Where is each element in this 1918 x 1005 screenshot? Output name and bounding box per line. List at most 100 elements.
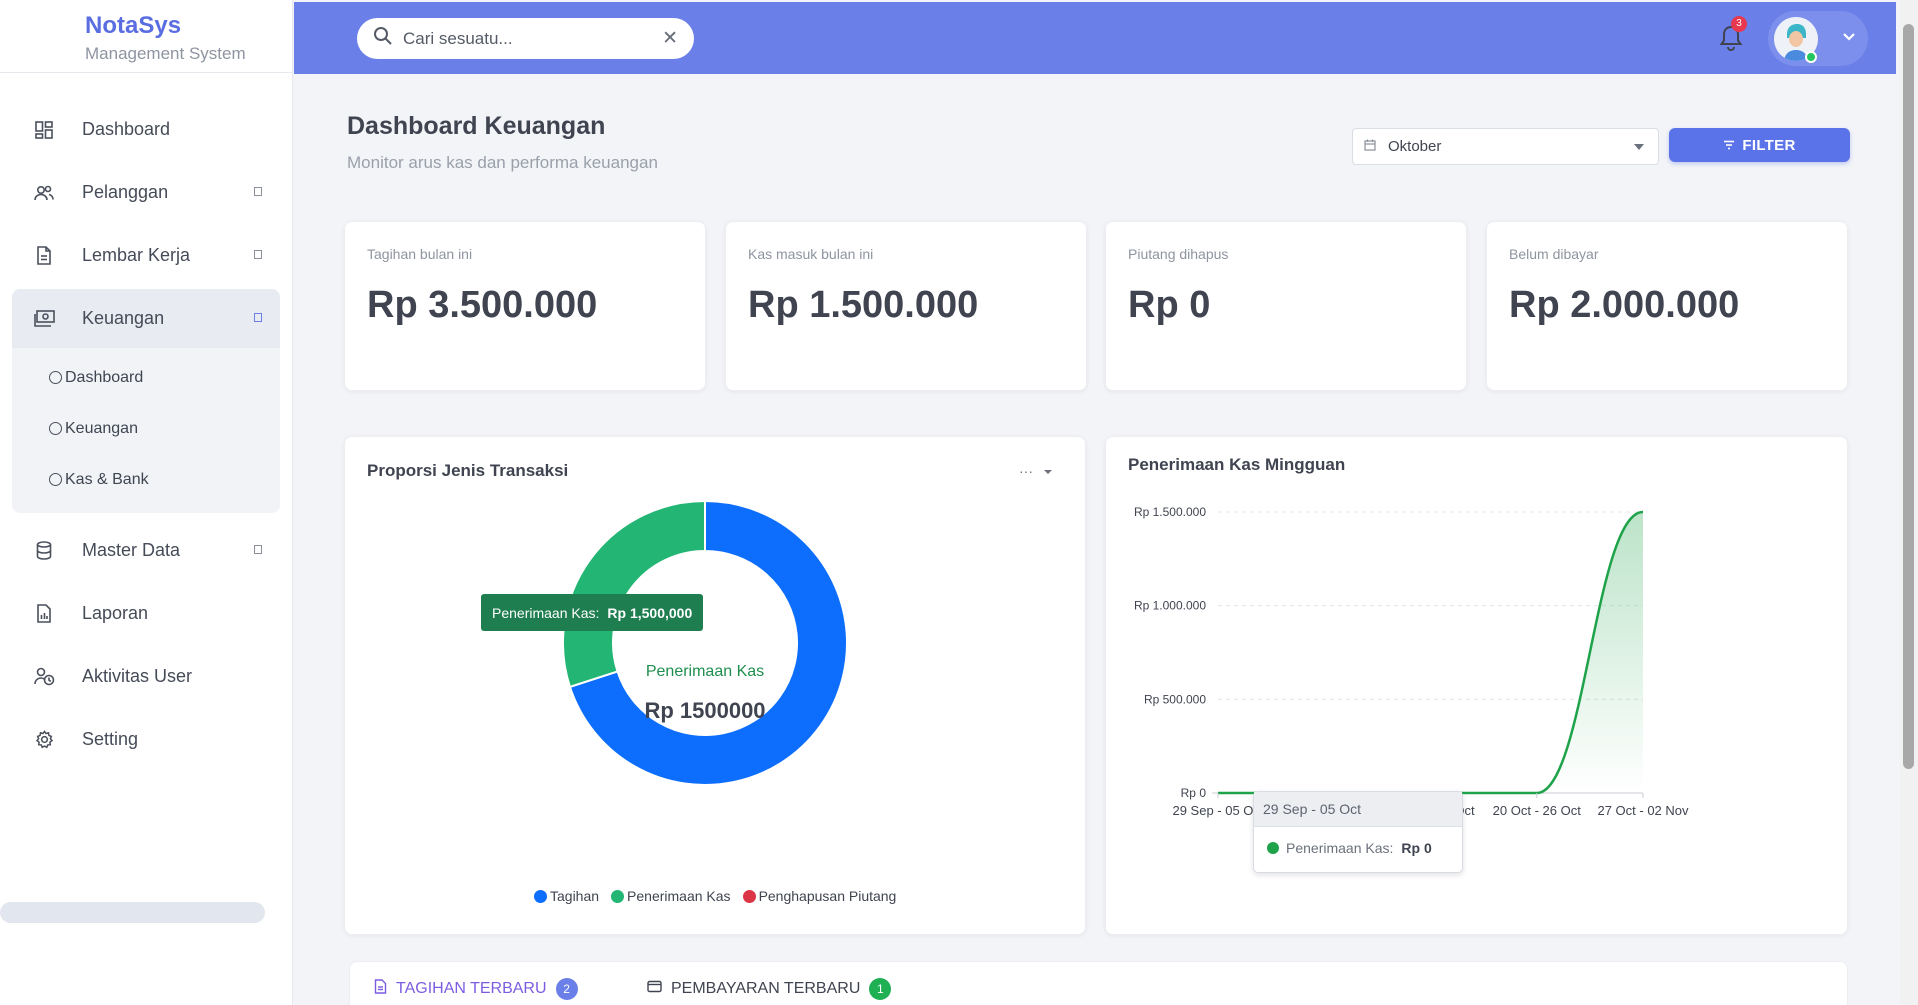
sidebar-item-pelanggan[interactable]: Pelanggan — [12, 163, 280, 222]
notification-badge: 3 — [1731, 16, 1747, 32]
donut-chart-panel: Proporsi Jenis Transaksi ··· Penerimaan … — [344, 436, 1086, 935]
page-scrollbar-thumb[interactable] — [1903, 24, 1914, 769]
tab-tagihan-terbaru[interactable]: TAGIHAN TERBARU 2 — [374, 978, 578, 1000]
stat-card-belum-dibayar: Belum dibayar Rp 2.000.000 — [1486, 221, 1848, 391]
tooltip-value: Rp 0 — [1401, 840, 1432, 856]
sidebar-item-label: Master Data — [82, 540, 181, 560]
legend-dot — [534, 889, 547, 903]
tab-count-badge: 1 — [869, 978, 892, 1000]
line-chart: Rp 0 Rp 500.000 Rp 1.000.000 Rp 1.500.000 29… — [1134, 505, 1689, 818]
sidebar-item-setting[interactable]: Setting — [12, 710, 280, 769]
filter-label: FILTER — [1742, 136, 1796, 154]
topbar: Cari sesuatu... ✕ 3 — [294, 2, 1896, 74]
sidebar-item-laporan[interactable]: Laporan — [12, 584, 280, 643]
sidebar: NotaSys Management System Dashboard Pela… — [0, 0, 293, 1005]
expand-icon[interactable] — [254, 187, 262, 196]
month-select[interactable]: Oktober — [1352, 128, 1659, 165]
search-input[interactable]: Cari sesuatu... ✕ — [357, 18, 694, 59]
sidebar-item-label: Aktivitas User — [82, 666, 193, 686]
clear-icon[interactable]: ✕ — [662, 27, 678, 50]
sidebar-item-master-data[interactable]: Master Data — [12, 521, 280, 580]
stat-card-piutang-dihapus: Piutang dihapus Rp 0 — [1105, 221, 1467, 391]
y-tick-label: Rp 500.000 — [1144, 692, 1206, 706]
legend-item-tagihan[interactable]: Tagihan — [534, 888, 599, 904]
series-area-penerimaan-kas — [1218, 512, 1643, 793]
money-icon — [33, 308, 55, 330]
filter-button[interactable]: FILTER — [1669, 128, 1850, 162]
series-dot — [1267, 842, 1279, 854]
document-icon — [33, 245, 55, 267]
expand-icon[interactable] — [254, 545, 262, 554]
submenu-item-label: Kas & Bank — [65, 470, 149, 488]
donut-center-label: Penerimaan Kas — [645, 663, 765, 680]
gear-icon — [33, 729, 55, 751]
legend-item-penerimaan-kas[interactable]: Penerimaan Kas — [611, 888, 731, 904]
bullet-icon — [49, 473, 62, 486]
submenu-item-dashboard[interactable]: Dashboard — [12, 352, 280, 403]
sidebar-item-label: Setting — [82, 729, 139, 749]
sidebar-item-label: Laporan — [82, 603, 149, 623]
search-value[interactable]: Cari sesuatu... — [403, 29, 513, 49]
donut-legend: Tagihan Penerimaan Kas Penghapusan Piuta… — [534, 888, 908, 904]
collapse-icon[interactable] — [254, 313, 262, 322]
brand-subtitle: Management System — [85, 44, 246, 63]
y-tick-label: Rp 0 — [1181, 786, 1207, 800]
sidebar-item-label: Lembar Kerja — [82, 245, 191, 265]
stat-value: Rp 0 — [1128, 284, 1211, 326]
dashboard-icon — [33, 119, 55, 141]
y-tick-label: Rp 1.000.000 — [1134, 599, 1206, 613]
tooltip-label: Penerimaan Kas: — [492, 604, 600, 621]
sidebar-item-dashboard[interactable]: Dashboard — [12, 100, 280, 159]
tooltip-body: Penerimaan Kas: Rp 0 — [1254, 827, 1462, 856]
sidebar-menu: Dashboard Pelanggan Lembar Kerja Keuanga… — [0, 73, 292, 769]
sidebar-scrollbar[interactable] — [0, 902, 265, 923]
x-tick-label: 27 Oct - 02 Nov — [1597, 803, 1689, 818]
report-icon — [33, 603, 55, 625]
stat-label: Kas masuk bulan ini — [748, 246, 874, 262]
stat-value: Rp 2.000.000 — [1509, 284, 1740, 326]
chevron-down-icon[interactable] — [1842, 29, 1856, 47]
stat-label: Tagihan bulan ini — [367, 246, 473, 262]
x-tick-label: 20 Oct - 26 Oct — [1493, 803, 1582, 818]
sidebar-item-keuangan[interactable]: Keuangan — [12, 289, 280, 348]
brand[interactable]: NotaSys Management System — [0, 0, 292, 73]
legend-label: Penghapusan Piutang — [758, 888, 897, 904]
brand-name[interactable]: NotaSys — [85, 12, 292, 40]
sidebar-item-label: Dashboard — [82, 119, 171, 139]
keuangan-submenu: Dashboard Keuangan Kas & Bank — [12, 348, 280, 513]
users-icon — [33, 182, 55, 204]
recent-tabs-card: TAGIHAN TERBARU 2 PEMBAYARAN TERBARU 1 — [349, 961, 1848, 1005]
stat-value: Rp 1.500.000 — [748, 284, 979, 326]
submenu-item-kas-bank[interactable]: Kas & Bank — [12, 454, 280, 505]
sidebar-item-lembar-kerja[interactable]: Lembar Kerja — [12, 226, 280, 285]
line-tooltip: 29 Sep - 05 Oct Penerimaan Kas: Rp 0 — [1253, 791, 1463, 873]
y-tick-label: Rp 1.500.000 — [1134, 505, 1206, 519]
online-status-dot — [1805, 51, 1817, 63]
month-value: Oktober — [1388, 138, 1442, 155]
legend-dot — [742, 889, 756, 903]
bullet-icon — [49, 371, 62, 384]
legend-item-penghapusan-piutang[interactable]: Penghapusan Piutang — [742, 888, 897, 904]
tab-pembayaran-terbaru[interactable]: PEMBAYARAN TERBARU 1 — [647, 978, 892, 1000]
tab-label: PEMBAYARAN TERBARU — [671, 980, 861, 997]
wallet-icon — [647, 980, 662, 998]
tooltip-header: 29 Sep - 05 Oct — [1254, 792, 1462, 827]
x-tick-label: 29 Sep - 05 Oct — [1172, 803, 1263, 818]
dropdown-arrow-icon — [1634, 144, 1644, 150]
line-chart-panel: Penerimaan Kas Mingguan Rp 0 Rp 500.000 Rp… — [1105, 436, 1848, 935]
legend-dot — [611, 889, 625, 903]
expand-icon[interactable] — [254, 250, 262, 259]
submenu-item-label: Dashboard — [65, 368, 144, 386]
donut-chart — [562, 499, 848, 786]
page-title: Dashboard Keuangan — [347, 112, 606, 140]
search-icon — [373, 26, 393, 51]
stat-label: Belum dibayar — [1509, 246, 1599, 262]
tooltip-value: Rp 1,500,000 — [607, 604, 693, 621]
submenu-item-keuangan[interactable]: Keuangan — [12, 403, 280, 454]
donut-tooltip: Penerimaan Kas: Rp 1,500,000 — [481, 594, 703, 631]
stat-label: Piutang dihapus — [1128, 246, 1229, 262]
sidebar-item-label: Keuangan — [82, 308, 165, 328]
sidebar-item-aktivitas-user[interactable]: Aktivitas User — [12, 647, 280, 706]
legend-label: Tagihan — [550, 888, 600, 904]
user-menu[interactable] — [1768, 11, 1868, 66]
